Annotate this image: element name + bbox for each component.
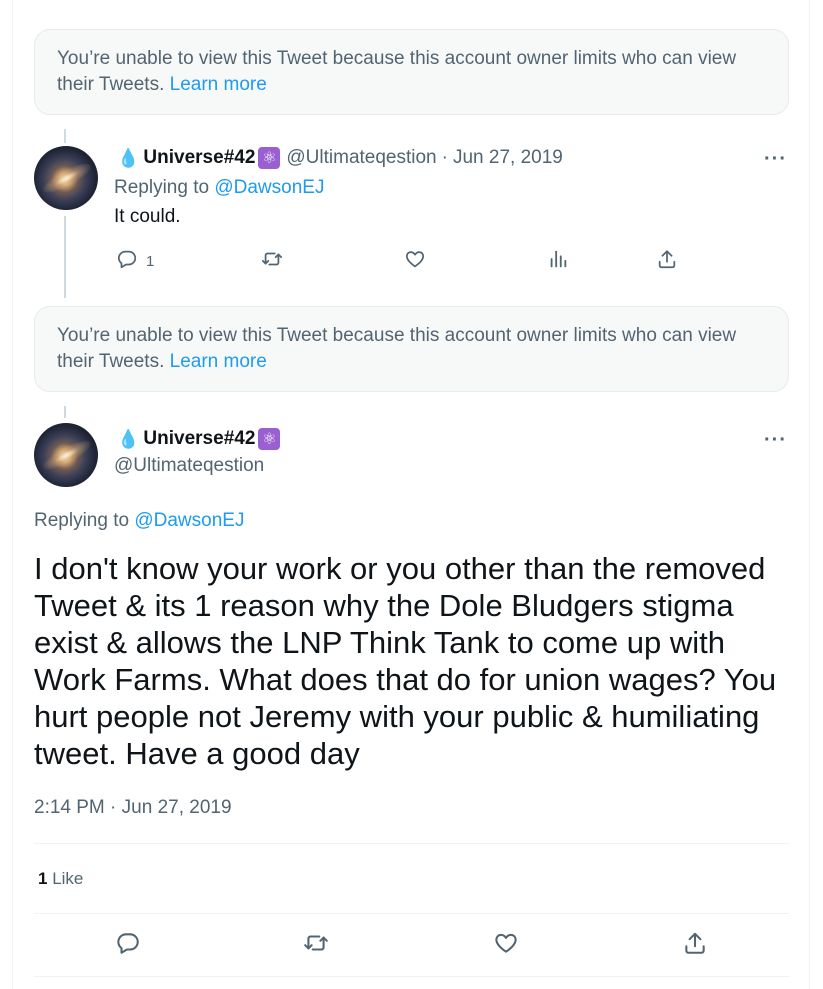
- mention-link[interactable]: @DawsonEJ: [134, 510, 244, 531]
- tweet-date[interactable]: Jun 27, 2019: [453, 147, 563, 169]
- reply-icon: [116, 248, 138, 275]
- share-button[interactable]: [656, 248, 678, 275]
- unavailable-tweet-notice: You’re unable to view this Tweet because…: [34, 306, 789, 392]
- author-handle-row: @Ultimateqestion: [114, 455, 264, 477]
- mention-link[interactable]: @DawsonEJ: [214, 177, 324, 198]
- author-name[interactable]: Universe#42: [143, 428, 255, 450]
- separator: ·: [441, 147, 448, 168]
- atom-icon: ⚛: [258, 428, 281, 450]
- separator: ·: [110, 797, 117, 818]
- reply-count: 1: [146, 253, 155, 270]
- share-icon: [656, 248, 678, 275]
- like-label: Like: [52, 869, 84, 888]
- atom-icon: ⚛: [258, 147, 281, 169]
- views-button[interactable]: [547, 248, 569, 275]
- notice-text: You’re unable to view this Tweet because…: [57, 325, 737, 372]
- replying-to: Replying to @DawsonEJ: [34, 510, 244, 532]
- like-button[interactable]: [404, 248, 426, 275]
- avatar[interactable]: [34, 423, 98, 487]
- like-count: 1: [38, 869, 48, 888]
- notice-text: You’re unable to view this Tweet because…: [57, 48, 737, 95]
- unavailable-tweet-notice: You’re unable to view this Tweet because…: [34, 29, 789, 115]
- retweet-button[interactable]: [303, 930, 329, 961]
- tweet-text: I don't know your work or you other than…: [34, 551, 777, 771]
- reply-icon: [115, 930, 141, 961]
- author-handle[interactable]: @Ultimateqestion: [286, 147, 436, 169]
- tweet-author-row: 💧 Universe#42 ⚛ @Ultimateqestion · Jun 2…: [117, 147, 563, 169]
- tweet-timestamp[interactable]: 2:14 PM · Jun 27, 2019: [34, 797, 232, 819]
- tweet-actions: 1: [114, 248, 694, 276]
- share-icon: [682, 930, 708, 961]
- heart-icon: [404, 248, 426, 275]
- author-name[interactable]: Universe#42: [143, 147, 255, 169]
- more-options-icon[interactable]: ···: [764, 148, 787, 171]
- likes-stat[interactable]: 1 Like: [38, 869, 83, 889]
- tweet-time: 2:14 PM: [34, 797, 105, 818]
- tweet-actions: [34, 930, 789, 960]
- timeline-border-left: [12, 0, 13, 989]
- views-icon: [547, 248, 569, 275]
- divider: [34, 913, 789, 914]
- tweet-date: Jun 27, 2019: [121, 797, 232, 818]
- thread-connector: [64, 129, 66, 143]
- avatar[interactable]: [34, 146, 98, 210]
- heart-icon: [493, 930, 519, 961]
- tweet-text: It could.: [114, 206, 181, 227]
- replying-label: Replying to: [34, 510, 130, 531]
- more-options-icon[interactable]: ···: [764, 429, 787, 452]
- droplet-icon: 💧: [117, 428, 140, 449]
- retweet-icon: [261, 248, 283, 275]
- share-button[interactable]: [682, 930, 708, 961]
- droplet-icon: 💧: [117, 147, 140, 168]
- learn-more-link[interactable]: Learn more: [170, 351, 267, 372]
- author-handle[interactable]: @Ultimateqestion: [114, 455, 264, 477]
- reply-button[interactable]: 1: [116, 248, 154, 275]
- replying-label: Replying to: [114, 177, 210, 198]
- learn-more-link[interactable]: Learn more: [170, 74, 267, 95]
- retweet-icon: [303, 930, 329, 961]
- timeline-border-right: [809, 0, 810, 989]
- tweet-author-row: 💧 Universe#42 ⚛: [117, 428, 286, 450]
- replying-to: Replying to @DawsonEJ: [114, 177, 324, 199]
- reply-button[interactable]: [115, 930, 141, 961]
- divider: [34, 843, 789, 844]
- thread-connector: [64, 216, 66, 298]
- divider: [34, 976, 789, 977]
- thread-connector: [64, 406, 66, 418]
- retweet-button[interactable]: [261, 248, 283, 275]
- like-button[interactable]: [493, 930, 519, 961]
